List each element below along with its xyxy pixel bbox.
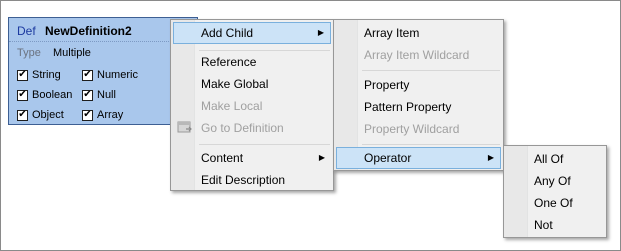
menu-item-any-of[interactable]: Any Of <box>506 170 604 192</box>
menu-item-label: Make Local <box>201 99 263 113</box>
menu-separator <box>362 70 500 71</box>
menu-item-reference[interactable]: Reference <box>173 51 331 73</box>
menu-item-one-of[interactable]: One Of <box>506 192 604 214</box>
menu-item-array-item[interactable]: Array Item <box>336 22 501 44</box>
type-option-null[interactable]: ✔ Null <box>82 88 116 102</box>
menu-item-label: Property <box>364 78 410 92</box>
menu-item-property-wildcard[interactable]: Property Wildcard <box>336 118 501 140</box>
menu-item-label: Array Item Wildcard <box>364 48 470 62</box>
checkbox-checked-icon[interactable]: ✔ <box>82 69 93 81</box>
menu-item-pattern-property[interactable]: Pattern Property <box>336 96 501 118</box>
menu-item-label: Content <box>201 151 244 165</box>
type-option-label: Object <box>32 109 64 121</box>
menu-item-add-child[interactable]: Add Child ▶ <box>173 22 331 44</box>
type-option-label: Array <box>97 109 124 121</box>
checkbox-checked-icon[interactable]: ✔ <box>82 109 93 121</box>
menu-item-label: Edit Description <box>201 173 286 187</box>
menu-item-label: Property Wildcard <box>364 122 460 136</box>
menu-item-go-to-definition[interactable]: Go to Definition <box>173 117 331 139</box>
submenu-arrow-icon: ▶ <box>487 153 494 162</box>
menu-item-label: Go to Definition <box>201 121 284 135</box>
menu-item-content[interactable]: Content ▶ <box>173 147 331 169</box>
menu-item-label: Pattern Property <box>364 100 452 114</box>
menu-item-label: Any Of <box>534 174 571 188</box>
menu-item-label: One Of <box>534 196 573 210</box>
menu-item-label: Operator <box>364 151 412 165</box>
menu-item-label: Make Global <box>201 77 269 91</box>
type-option-label: Numeric <box>97 69 138 81</box>
type-option-label: Null <box>97 89 116 101</box>
context-menu: Add Child ▶ Reference Make Global Make L… <box>170 19 334 191</box>
checkbox-checked-icon[interactable]: ✔ <box>17 89 28 101</box>
definition-keyword: Def <box>17 24 36 38</box>
checkbox-checked-icon[interactable]: ✔ <box>17 109 28 121</box>
submenu-arrow-icon: ▶ <box>317 28 324 37</box>
menu-item-label: Reference <box>201 55 257 69</box>
menu-item-make-global[interactable]: Make Global <box>173 73 331 95</box>
menu-item-label: All Of <box>534 152 564 166</box>
menu-item-label: Array Item <box>364 26 420 40</box>
type-option-array[interactable]: ✔ Array <box>82 108 123 122</box>
type-option-label: String <box>32 69 61 81</box>
go-to-definition-icon <box>177 121 192 133</box>
type-option-label: Boolean <box>32 89 73 101</box>
type-value[interactable]: Multiple <box>53 47 91 59</box>
type-option-numeric[interactable]: ✔ Numeric <box>82 68 138 82</box>
menu-item-operator[interactable]: Operator ▶ <box>336 147 501 169</box>
checkbox-checked-icon[interactable]: ✔ <box>82 89 93 101</box>
add-child-submenu: Array Item Array Item Wildcard Property … <box>333 19 504 171</box>
menu-item-property[interactable]: Property <box>336 74 501 96</box>
menu-item-make-local[interactable]: Make Local <box>173 95 331 117</box>
menu-item-array-item-wildcard[interactable]: Array Item Wildcard <box>336 44 501 66</box>
menu-separator <box>362 144 500 145</box>
menu-separator <box>199 144 330 145</box>
type-option-string[interactable]: ✔ String <box>17 68 61 82</box>
menu-item-all-of[interactable]: All Of <box>506 148 604 170</box>
submenu-arrow-icon: ▶ <box>318 153 325 162</box>
menu-item-edit-description[interactable]: Edit Description <box>173 169 331 191</box>
type-option-object[interactable]: ✔ Object <box>17 108 64 122</box>
menu-item-not[interactable]: Not <box>506 214 604 236</box>
type-label: Type <box>17 47 41 59</box>
operator-submenu: All Of Any Of One Of Not <box>503 145 607 238</box>
menu-item-label: Not <box>534 218 553 232</box>
menu-item-label: Add Child <box>201 26 254 40</box>
type-option-boolean[interactable]: ✔ Boolean <box>17 88 72 102</box>
definition-title-row: Def NewDefinition2 <box>9 18 197 42</box>
checkbox-checked-icon[interactable]: ✔ <box>17 69 28 81</box>
definition-name[interactable]: NewDefinition2 <box>45 24 132 38</box>
